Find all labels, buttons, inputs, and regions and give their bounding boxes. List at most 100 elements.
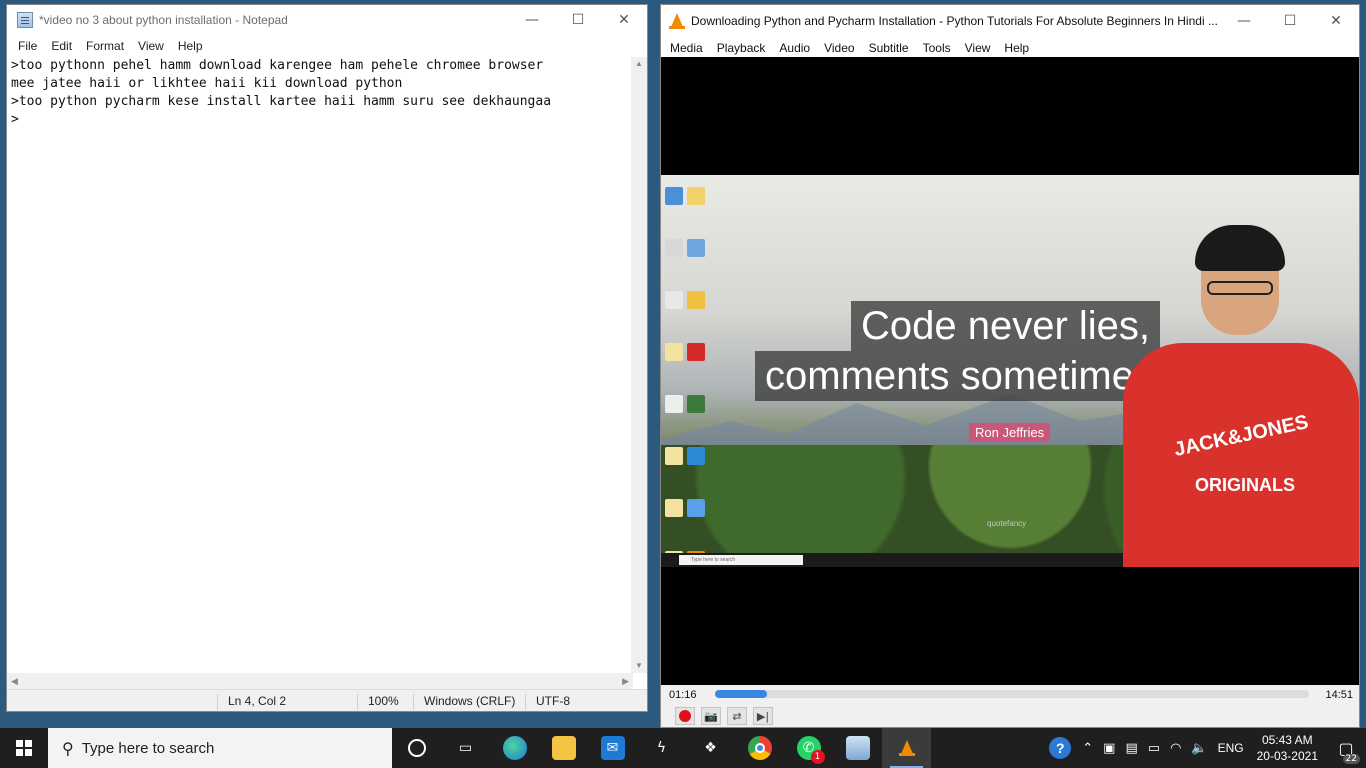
- task-view-button[interactable]: ▭: [441, 728, 490, 768]
- notepad-menubar: File Edit Format View Help: [7, 35, 647, 57]
- menu-view[interactable]: View: [958, 41, 998, 55]
- quote-author: Ron Jeffries: [969, 423, 1051, 442]
- presenter: JACK&JONES ORIGINALS: [1123, 225, 1359, 567]
- system-tray: ? ⌃ ▣ ▤ ▭ ◠ 🔈 ENG 05:43 AM 20-03-2021 ▢ …: [1049, 728, 1366, 768]
- dropbox-button[interactable]: ❖: [686, 728, 735, 768]
- loop-ab-button[interactable]: ⇄: [727, 707, 747, 725]
- vlc-minimize-button[interactable]: —: [1221, 6, 1267, 36]
- quote-line-2: comments sometimes: [755, 351, 1164, 401]
- menu-view[interactable]: View: [131, 39, 171, 53]
- vlc-taskbar-button[interactable]: [882, 728, 931, 768]
- help-icon[interactable]: ?: [1049, 737, 1072, 759]
- menu-help[interactable]: Help: [997, 41, 1036, 55]
- cortana-icon: [407, 739, 426, 757]
- vertical-scrollbar[interactable]: ▲ ▼: [631, 57, 647, 673]
- mail-button[interactable]: ✉: [588, 728, 637, 768]
- menu-file[interactable]: File: [11, 39, 44, 53]
- scroll-right-icon[interactable]: ▶: [622, 676, 629, 687]
- whatsapp-icon: ✆ 1: [796, 736, 825, 764]
- app-button[interactable]: ϟ: [637, 728, 686, 768]
- seek-bar-fill: [715, 690, 767, 698]
- display-icon[interactable]: ▤: [1125, 741, 1137, 756]
- record-icon: [679, 710, 691, 722]
- mail-icon: ✉: [600, 736, 625, 760]
- menu-subtitle[interactable]: Subtitle: [862, 41, 916, 55]
- search-placeholder: Type here to search: [81, 739, 215, 757]
- taskbar-search[interactable]: ⚲ Type here to search: [48, 728, 392, 768]
- notepad-titlebar[interactable]: *video no 3 about python installation - …: [7, 5, 647, 35]
- status-encoding: UTF-8: [525, 694, 645, 710]
- quote-line-1: Code never lies,: [851, 301, 1161, 351]
- status-position: Ln 4, Col 2: [217, 694, 357, 710]
- scroll-down-icon[interactable]: ▼: [631, 659, 647, 673]
- video-desktop-icons: [665, 181, 725, 567]
- vlc-menubar: Media Playback Audio Video Subtitle Tool…: [661, 37, 1359, 59]
- taskbar: ⚲ Type here to search ▭ ✉ ϟ ❖ ✆ 1 ? ⌃ ▣ ▤…: [0, 728, 1366, 768]
- bolt-icon: ϟ: [656, 740, 667, 756]
- language-indicator[interactable]: ENG: [1218, 741, 1244, 755]
- file-explorer-button[interactable]: [539, 728, 588, 768]
- whatsapp-button[interactable]: ✆ 1: [784, 728, 833, 768]
- dropbox-icon: ❖: [704, 740, 717, 756]
- vlc-titlebar[interactable]: Downloading Python and Pycharm Installat…: [661, 5, 1359, 37]
- menu-audio[interactable]: Audio: [772, 41, 817, 55]
- notification-count: 22: [1342, 753, 1360, 764]
- notepad-icon: [17, 12, 33, 28]
- notification-center-button[interactable]: ▢ 22: [1326, 739, 1366, 764]
- windows-logo-icon: [16, 740, 32, 756]
- scroll-up-icon[interactable]: ▲: [631, 57, 647, 71]
- video-area[interactable]: Code never lies, comments sometimes Ron …: [661, 57, 1359, 685]
- start-button[interactable]: [0, 728, 48, 768]
- notepad-taskbar-icon: [845, 736, 870, 760]
- battery-icon[interactable]: ▭: [1148, 741, 1160, 756]
- menu-video[interactable]: Video: [817, 41, 861, 55]
- folder-icon: [551, 736, 576, 760]
- total-time: 14:51: [1325, 689, 1353, 701]
- vlc-close-button[interactable]: ✕: [1313, 6, 1359, 36]
- menu-edit[interactable]: Edit: [44, 39, 79, 53]
- snapshot-button[interactable]: 📷: [701, 707, 721, 725]
- notepad-window: *video no 3 about python installation - …: [6, 4, 648, 712]
- shirt-logo-2: ORIGINALS: [1195, 475, 1296, 495]
- close-button[interactable]: ✕: [601, 5, 647, 35]
- menu-media[interactable]: Media: [663, 41, 710, 55]
- volume-icon[interactable]: 🔈: [1191, 741, 1207, 756]
- clock-time: 05:43 AM: [1261, 733, 1313, 747]
- notepad-text-area[interactable]: >too pythonn pehel hamm download karenge…: [7, 57, 633, 673]
- chrome-icon: [747, 736, 772, 760]
- seek-bar[interactable]: [715, 690, 1309, 698]
- menu-tools[interactable]: Tools: [916, 41, 958, 55]
- record-button[interactable]: [675, 707, 695, 725]
- video-inner-search: Type here to search: [679, 555, 803, 565]
- clock[interactable]: 05:43 AM 20-03-2021: [1257, 732, 1318, 764]
- vlc-cone-icon: [669, 13, 685, 29]
- menu-playback[interactable]: Playback: [710, 41, 773, 55]
- wifi-icon[interactable]: ◠: [1170, 741, 1181, 756]
- edge-icon: [502, 736, 527, 760]
- menu-help[interactable]: Help: [171, 39, 210, 53]
- vlc-controls: 01:16 14:51 📷 ⇄ ▶|: [661, 685, 1359, 727]
- frame-step-button[interactable]: ▶|: [753, 707, 773, 725]
- status-zoom: 100%: [357, 694, 413, 710]
- whatsapp-badge: 1: [810, 750, 825, 764]
- notepad-taskbar-button[interactable]: [833, 728, 882, 768]
- vlc-window: Downloading Python and Pycharm Installat…: [660, 4, 1360, 728]
- minimize-button[interactable]: —: [509, 5, 555, 35]
- chrome-button[interactable]: [735, 728, 784, 768]
- edge-button[interactable]: [490, 728, 539, 768]
- watermark: quotefancy: [987, 519, 1027, 528]
- menu-format[interactable]: Format: [79, 39, 131, 53]
- scroll-left-icon[interactable]: ◀: [11, 676, 18, 687]
- presenter-glasses: [1207, 281, 1273, 295]
- vlc-taskbar-icon: [895, 736, 919, 760]
- elapsed-time: 01:16: [669, 689, 697, 701]
- chevron-up-icon[interactable]: ⌃: [1082, 741, 1093, 756]
- notepad-title: *video no 3 about python installation - …: [39, 13, 288, 27]
- cortana-button[interactable]: [392, 728, 441, 768]
- camera-icon[interactable]: ▣: [1103, 741, 1115, 756]
- maximize-button[interactable]: ☐: [555, 5, 601, 35]
- vlc-maximize-button[interactable]: ☐: [1267, 6, 1313, 36]
- horizontal-scrollbar[interactable]: ◀ ▶: [7, 673, 633, 689]
- clock-date: 20-03-2021: [1256, 749, 1318, 763]
- search-icon: ⚲: [62, 738, 74, 758]
